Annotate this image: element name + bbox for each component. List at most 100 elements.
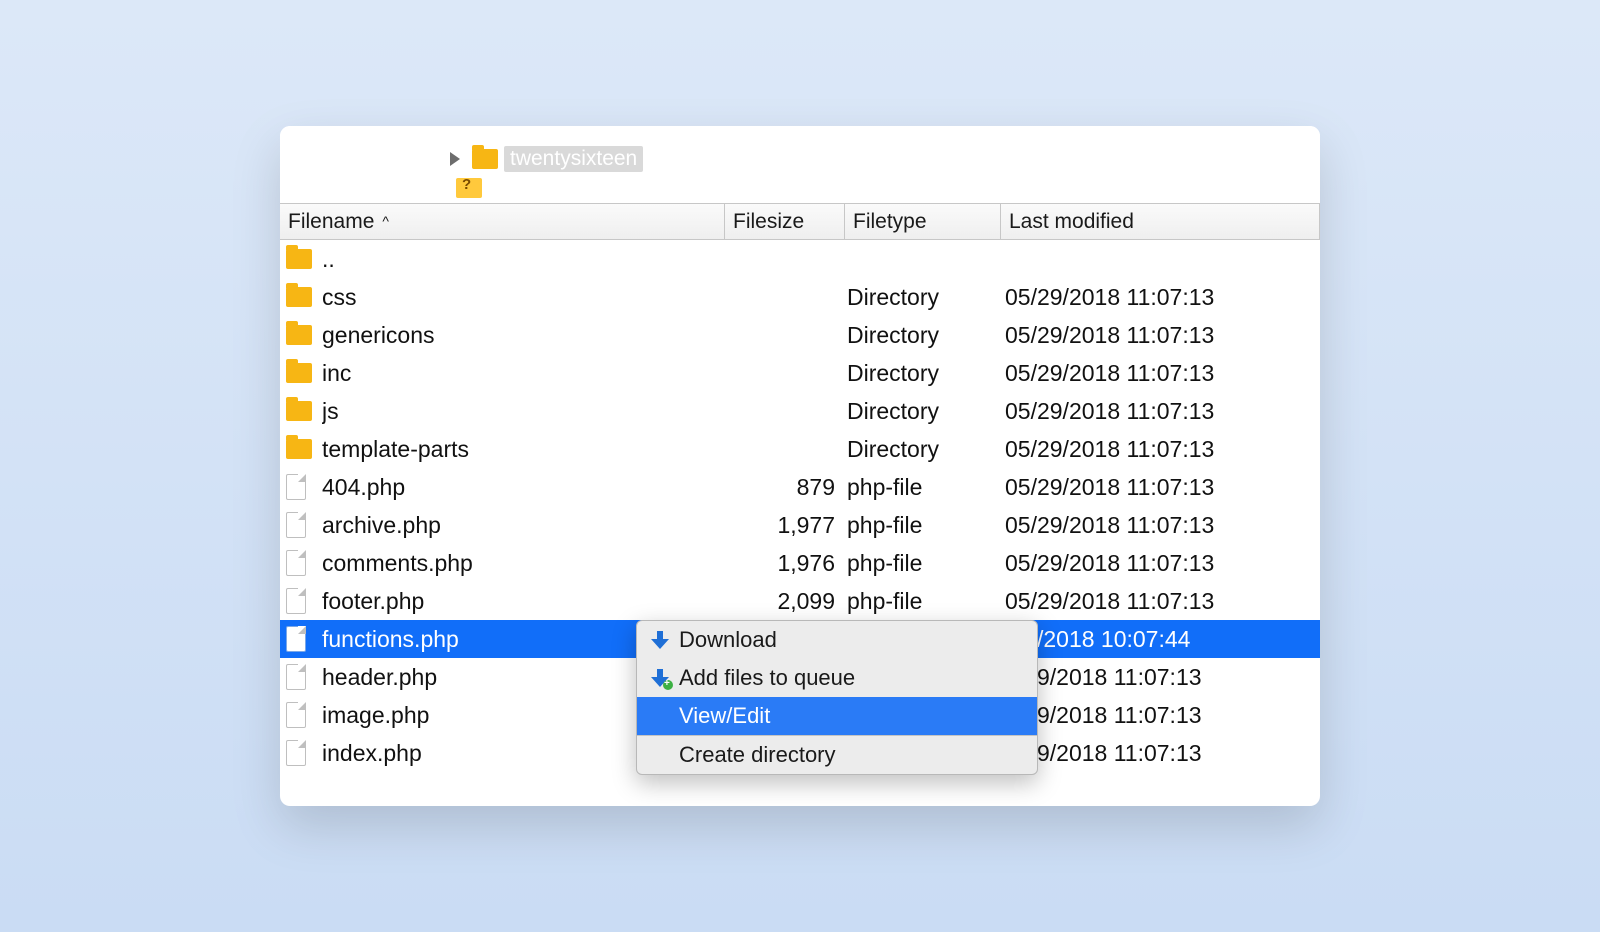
column-label: Filetype [853,210,927,234]
menu-label: Add files to queue [679,665,855,691]
folder-icon-cell [280,363,322,383]
file-modified: 05/29/2018 11:07:13 [1001,512,1320,539]
file-row[interactable]: genericonsDirectory05/29/2018 11:07:13 [280,316,1320,354]
menu-item-view-edit[interactable]: View/Edit [637,697,1037,735]
file-type: Directory [843,322,1001,349]
menu-item-create-directory[interactable]: Create directory [637,736,1037,774]
file-modified: /13/2018 10:07:44 [1001,626,1320,653]
context-menu: Download Add files to queue View/Edit Cr… [636,620,1038,775]
tree-item-label: twentysixteen [504,146,643,172]
file-icon-cell [280,702,322,728]
sort-ascending-icon: ^ [382,213,389,229]
file-icon-cell [280,512,322,538]
file-modified: 5/29/2018 11:07:13 [1001,664,1320,691]
file-type: php-file [843,474,1001,501]
file-size: 1,977 [725,512,843,539]
file-icon [286,588,306,614]
file-icon [286,664,306,690]
file-icon [286,626,306,652]
column-header-modified[interactable]: Last modified [1001,204,1320,239]
file-modified: 05/29/2018 11:07:13 [1001,474,1320,501]
file-row[interactable]: 404.php879php-file05/29/2018 11:07:13 [280,468,1320,506]
file-icon-cell [280,740,322,766]
file-name: template-parts [322,436,725,463]
file-modified: 05/29/2018 11:07:13 [1001,588,1320,615]
tree-item-twentysixteen[interactable]: twentysixteen [450,146,1320,172]
menu-item-download[interactable]: Download [637,621,1037,659]
file-row[interactable]: inc Directory05/29/2018 11:07:13 [280,354,1320,392]
column-label: Filesize [733,210,804,234]
file-name: js [322,398,725,425]
file-icon-cell [280,550,322,576]
menu-item-add-queue[interactable]: Add files to queue [637,659,1037,697]
file-name: css [322,284,725,311]
file-modified: 5/29/2018 11:07:13 [1001,740,1320,767]
file-modified: 05/29/2018 11:07:13 [1001,436,1320,463]
file-icon-cell [280,474,322,500]
file-type: php-file [843,550,1001,577]
file-icon [286,740,306,766]
folder-icon-cell [280,249,322,269]
file-size: 1,976 [725,550,843,577]
file-size: 2,099 [725,588,843,615]
file-name: 404.php [322,474,725,501]
file-manager-window: twentysixteen Filename ^ Filesize Filety… [280,126,1320,806]
disclosure-triangle-icon[interactable] [450,152,460,166]
folder-icon [286,363,312,383]
file-type: Directory [843,436,1001,463]
folder-icon [286,401,312,421]
menu-label: Create directory [679,742,836,768]
directory-tree[interactable]: twentysixteen [280,126,1320,204]
folder-icon-cell [280,439,322,459]
folder-icon [472,149,498,169]
column-headers: Filename ^ Filesize Filetype Last modifi… [280,204,1320,240]
file-name: archive.php [322,512,725,539]
file-size: 879 [725,474,843,501]
file-name: footer.php [322,588,725,615]
file-row[interactable]: css Directory05/29/2018 11:07:13 [280,278,1320,316]
column-label: Last modified [1009,210,1134,234]
file-modified: 05/29/2018 11:07:13 [1001,550,1320,577]
file-type: Directory [843,284,1001,311]
file-row[interactable]: footer.php2,099php-file05/29/2018 11:07:… [280,582,1320,620]
download-icon [651,631,669,649]
folder-icon-cell [280,287,322,307]
file-row[interactable]: template-parts Directory05/29/2018 11:07:… [280,430,1320,468]
file-type: Directory [843,360,1001,387]
folder-icon-cell [280,401,322,421]
file-modified: 05/29/2018 11:07:13 [1001,360,1320,387]
column-header-filesize[interactable]: Filesize [725,204,845,239]
file-icon [286,474,306,500]
file-name: .. [322,246,725,273]
folder-icon [286,325,312,345]
file-name: genericons [322,322,725,349]
file-icon [286,550,306,576]
file-name: comments.php [322,550,725,577]
file-row[interactable]: comments.php1,976php-file05/29/2018 11:0… [280,544,1320,582]
column-header-filetype[interactable]: Filetype [845,204,1001,239]
file-icon-cell [280,588,322,614]
column-header-filename[interactable]: Filename ^ [280,204,725,239]
file-icon-cell [280,664,322,690]
file-icon-cell [280,626,322,652]
column-label: Filename [288,210,374,234]
file-icon [286,512,306,538]
file-row[interactable]: archive.php1,977php-file05/29/2018 11:07… [280,506,1320,544]
folder-icon [286,287,312,307]
file-modified: 5/29/2018 11:07:13 [1001,702,1320,729]
file-modified: 05/29/2018 11:07:13 [1001,398,1320,425]
file-type: php-file [843,512,1001,539]
file-row[interactable]: .. [280,240,1320,278]
file-icon [286,702,306,728]
file-type: Directory [843,398,1001,425]
folder-icon [286,249,312,269]
menu-label: View/Edit [679,703,770,729]
file-name: inc [322,360,725,387]
unknown-folder-icon [456,178,482,198]
file-row[interactable]: js Directory05/29/2018 11:07:13 [280,392,1320,430]
add-to-queue-icon [651,669,669,687]
folder-icon-cell [280,325,322,345]
folder-icon [286,439,312,459]
file-modified: 05/29/2018 11:07:13 [1001,284,1320,311]
file-type: php-file [843,588,1001,615]
